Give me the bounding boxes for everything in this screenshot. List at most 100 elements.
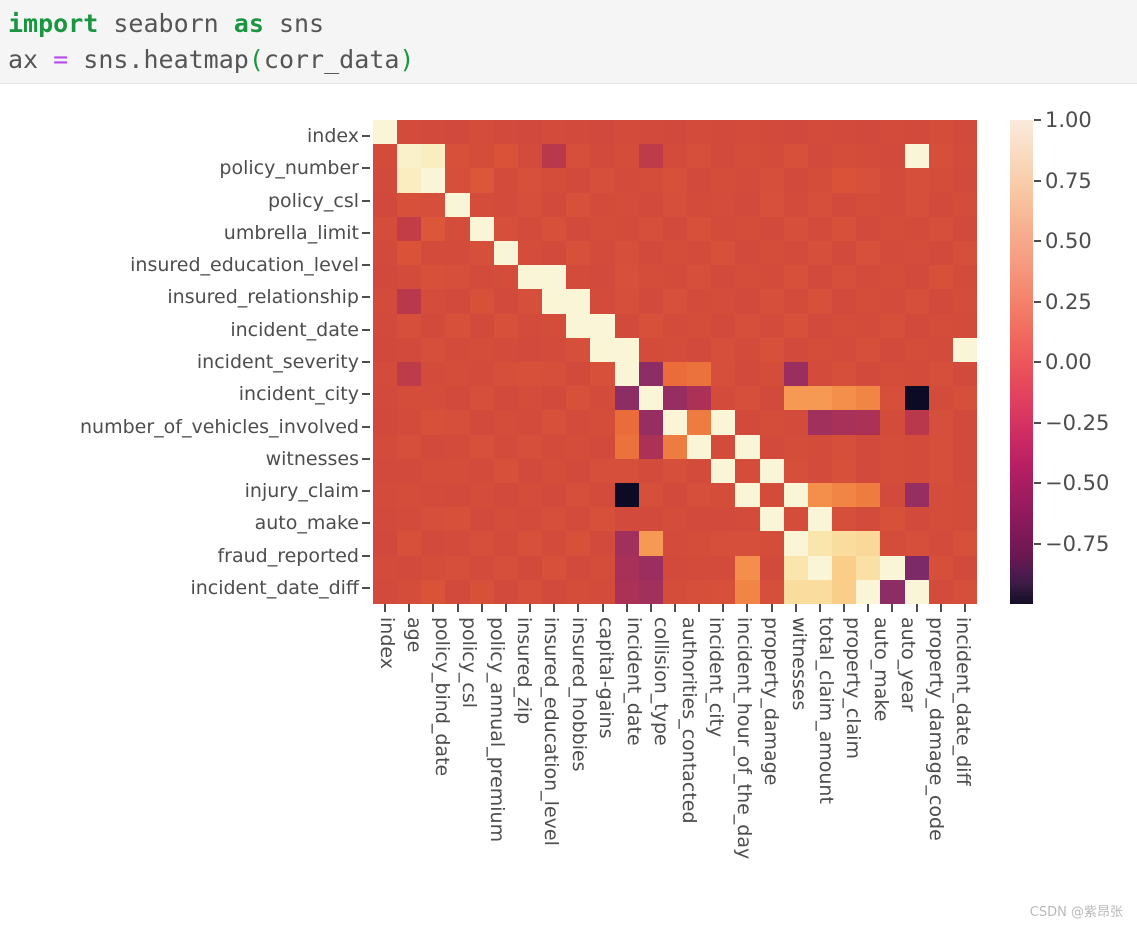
heatmap-cell [445,362,470,387]
heatmap-cell [614,337,639,362]
heatmap-cell [517,458,543,483]
x-axis-tick [504,604,507,612]
heatmap-cell [952,579,977,604]
heatmap-cell [397,192,422,217]
x-axis-tick [432,604,435,612]
x-axis-tick-label: insured_education_level [540,617,563,846]
heatmap-cell [517,507,543,532]
heatmap-cell [590,434,615,459]
heatmap-cell [952,337,977,362]
heatmap-cell [566,265,591,290]
heatmap-cell [517,531,543,556]
arg-corr-data: corr_data [263,45,400,74]
heatmap-cell [469,216,494,241]
heatmap-cell [373,289,398,314]
variable-ax: ax [8,45,54,74]
heatmap-cell [952,313,977,338]
heatmap-cell [687,362,712,387]
x-axis-tick-label: collision_type [650,617,673,746]
heatmap-cell [928,337,953,362]
heatmap-cell [638,265,663,290]
x-axis-tick-label: policy_csl [458,617,481,709]
heatmap-cell [783,313,808,338]
heatmap-cell [469,337,494,362]
heatmap-cell [807,458,833,483]
x-axis-tick [625,604,628,612]
heatmap-cell [711,120,736,145]
heatmap-cell [856,458,881,483]
heatmap-cell [928,386,953,411]
y-axis-tick [362,425,370,428]
heatmap-cell [445,555,470,580]
y-axis-tick-label: fraud_reported [217,544,359,567]
heatmap-cell [904,555,929,580]
heatmap-cell [517,168,543,193]
heatmap-cell [421,313,446,338]
heatmap-cell [832,410,857,435]
heatmap-cell [493,410,518,435]
heatmap-cell [904,265,929,290]
colorbar-tick [1034,421,1041,424]
heatmap-cell [880,579,905,604]
y-axis-tick-label: incident_severity [196,351,359,373]
heatmap-cell [856,265,881,290]
heatmap-cell [711,144,736,169]
heatmap-cell [493,216,518,241]
heatmap-cell [638,434,663,459]
heatmap-cell [397,144,422,169]
heatmap-cell [856,192,881,217]
heatmap-cell [759,241,784,266]
heatmap-cell [735,144,760,169]
heatmap-cell [517,434,543,459]
heatmap-cell [469,579,494,604]
heatmap-cell [856,216,881,241]
y-axis-tick [362,135,370,138]
colorbar-tick [1034,240,1041,242]
heatmap-cell [904,386,929,411]
heatmap-cell [397,386,422,411]
heatmap-cell [711,579,736,604]
heatmap-cell [542,410,567,435]
heatmap-cell [783,386,808,411]
heatmap-cell [421,289,446,314]
heatmap-cell [759,483,784,508]
y-axis-tick [362,264,370,267]
heatmap-cell [759,555,784,580]
heatmap-cell [832,120,857,145]
heatmap-cell [711,434,736,459]
y-axis-tick-label: number_of_vehicles_involved [80,415,359,438]
heatmap-cell [928,289,953,314]
heatmap-cell [735,362,760,387]
x-axis-tick [480,604,483,612]
heatmap-cell [687,410,712,435]
heatmap-cell [397,531,422,556]
heatmap-cell [904,120,929,145]
heatmap-cell [566,434,591,459]
heatmap-cell [880,144,905,169]
heatmap-cell [397,555,422,580]
heatmap-cell [711,362,736,387]
y-axis-tick [362,361,370,363]
heatmap-cell [614,265,639,290]
heatmap-cell [662,507,688,532]
y-axis-tick [362,457,370,460]
heatmap-cell [880,216,905,241]
heatmap-cell [445,531,470,556]
heatmap-cell [590,555,615,580]
heatmap-cell [832,241,857,266]
heatmap-cell [807,168,833,193]
heatmap-cell [687,458,712,483]
colorbar-tick [1034,361,1041,363]
heatmap-cell [542,531,567,556]
heatmap-cell [590,289,615,314]
heatmap-cell [952,192,977,217]
heatmap-cell [638,531,663,556]
heatmap-cell [638,289,663,314]
heatmap-cell [638,555,663,580]
x-axis-tick [384,604,387,612]
heatmap-cell [566,313,591,338]
x-axis-tick-label: incident_city [705,617,728,738]
heatmap-cell [880,458,905,483]
heatmap-cell [832,289,857,314]
heatmap-cell [783,458,808,483]
